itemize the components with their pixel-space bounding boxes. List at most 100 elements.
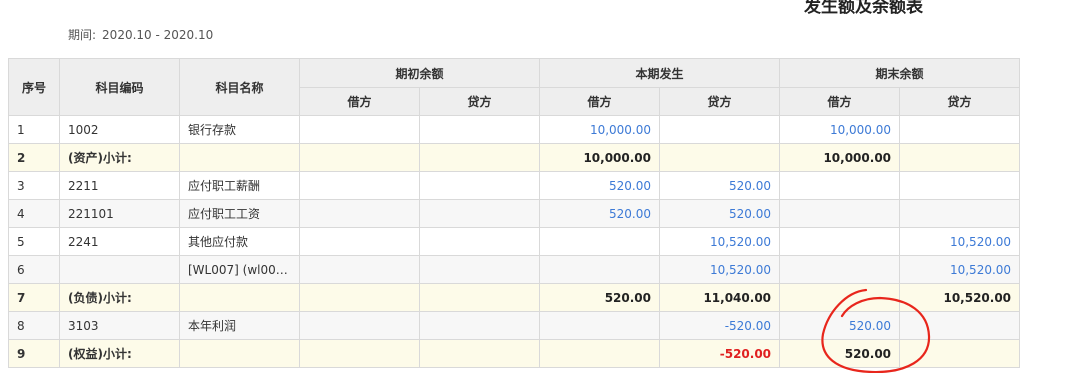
cell-opening-debit (299, 199, 420, 228)
cell-account-code: 1002 (59, 115, 180, 144)
cell-opening-debit (299, 283, 420, 312)
cell-account-name (179, 283, 300, 312)
header-closing-debit: 借方 (779, 87, 901, 116)
cell-closing-debit-link[interactable]: 10,000.00 (779, 115, 901, 144)
cell-current-debit-link[interactable]: 10,000.00 (539, 115, 661, 144)
cell-account-code: 2241 (59, 227, 180, 256)
cell-opening-credit (418, 311, 541, 340)
header-closing-balance: 期末余额 (779, 58, 1021, 88)
cell-seq: 8 (8, 311, 60, 340)
cell-seq: 3 (8, 171, 60, 200)
cell-closing-debit: 520.00 (779, 339, 901, 368)
table-row: 6 [WL007] (wl007... 10,520.00 10,520.00 (8, 255, 1021, 284)
cell-subtotal-label: (资产)小计: (59, 143, 180, 172)
cell-current-debit: 10,000.00 (539, 143, 661, 172)
cell-opening-credit (418, 227, 541, 256)
balance-table: 序号 科目编码 科目名称 期初余额 本期发生 期末余额 借方 贷方 借方 贷方 … (8, 58, 1021, 368)
cell-account-code: 2211 (59, 171, 180, 200)
cell-closing-debit: 10,000.00 (779, 143, 901, 172)
cell-current-debit-link[interactable]: 520.00 (539, 199, 661, 228)
cell-account-code (59, 255, 180, 284)
cell-account-name: 其他应付款 (179, 227, 300, 256)
cell-closing-credit (899, 311, 1021, 340)
cell-account-code: 3103 (59, 311, 180, 340)
cell-opening-credit (418, 115, 541, 144)
cell-opening-debit (299, 255, 420, 284)
cell-current-credit-link[interactable]: 520.00 (659, 199, 781, 228)
cell-closing-credit-link[interactable]: 10,520.00 (899, 255, 1021, 284)
cell-seq: 2 (8, 143, 60, 172)
cell-closing-credit: 10,520.00 (899, 283, 1021, 312)
table-row: 3 2211 应付职工薪酬 520.00 520.00 (8, 171, 1021, 200)
cell-current-debit-link[interactable]: 520.00 (539, 171, 661, 200)
header-account-name: 科目名称 (179, 58, 300, 116)
cell-seq: 1 (8, 115, 60, 144)
cell-opening-credit (418, 339, 541, 368)
cell-account-name: 银行存款 (179, 115, 300, 144)
cell-closing-debit (779, 199, 901, 228)
header-closing-credit: 贷方 (899, 87, 1021, 116)
cell-account-name: 应付职工薪酬 (179, 171, 300, 200)
cell-current-credit-negative: -520.00 (659, 339, 781, 368)
cell-account-name: 本年利润 (179, 311, 300, 340)
cell-closing-debit (779, 283, 901, 312)
cell-account-name (179, 339, 300, 368)
cell-closing-credit-link[interactable]: 10,520.00 (899, 227, 1021, 256)
cell-seq: 4 (8, 199, 60, 228)
cell-closing-debit (779, 255, 901, 284)
table-row: 1 1002 银行存款 10,000.00 10,000.00 (8, 115, 1021, 144)
period-info: 期间: 2020.10 - 2020.10 (68, 26, 213, 43)
cell-closing-credit (899, 143, 1021, 172)
cell-current-credit-link[interactable]: 10,520.00 (659, 255, 781, 284)
cell-closing-credit (899, 171, 1021, 200)
header-opening-balance: 期初余额 (298, 58, 541, 88)
cell-closing-credit (899, 199, 1021, 228)
subtotal-row: 2 (资产)小计: 10,000.00 10,000.00 (8, 143, 1021, 172)
cell-closing-debit (779, 171, 901, 200)
subtotal-row: 9 (权益)小计: -520.00 520.00 (8, 339, 1021, 368)
cell-opening-credit (418, 283, 541, 312)
cell-current-credit-link[interactable]: 10,520.00 (659, 227, 781, 256)
header-current-credit: 贷方 (659, 87, 781, 116)
table-header: 序号 科目编码 科目名称 期初余额 本期发生 期末余额 借方 贷方 借方 贷方 … (8, 58, 1021, 116)
cell-opening-debit (299, 339, 420, 368)
period-value: 2020.10 - 2020.10 (102, 28, 214, 42)
cell-opening-credit (418, 255, 541, 284)
cell-opening-debit (299, 227, 420, 256)
header-account-code: 科目编码 (59, 58, 180, 116)
cell-account-name (179, 143, 300, 172)
cell-opening-credit (418, 199, 541, 228)
cell-current-credit-link[interactable]: 520.00 (659, 171, 781, 200)
cell-seq: 9 (8, 339, 60, 368)
cell-closing-debit (779, 227, 901, 256)
cell-subtotal-label: (负债)小计: (59, 283, 180, 312)
subtotal-row: 7 (负债)小计: 520.00 11,040.00 10,520.00 (8, 283, 1021, 312)
cell-current-credit: 11,040.00 (659, 283, 781, 312)
cell-current-credit-link[interactable]: -520.00 (659, 311, 781, 340)
cell-current-debit (539, 255, 661, 284)
cell-closing-debit-link[interactable]: 520.00 (779, 311, 901, 340)
cell-current-credit (659, 115, 781, 144)
header-current-debit: 借方 (539, 87, 661, 116)
cell-seq: 5 (8, 227, 60, 256)
header-current-period: 本期发生 (539, 58, 781, 88)
cell-opening-credit (418, 171, 541, 200)
cell-current-debit: 520.00 (539, 283, 661, 312)
table-row: 5 2241 其他应付款 10,520.00 10,520.00 (8, 227, 1021, 256)
header-opening-debit: 借方 (299, 87, 420, 116)
cell-opening-debit (299, 143, 420, 172)
period-label: 期间: (68, 28, 97, 42)
table-row: 4 221101 应付职工工资 520.00 520.00 (8, 199, 1021, 228)
cell-closing-credit (899, 115, 1021, 144)
cell-account-name: 应付职工工资 (179, 199, 300, 228)
cell-account-name: [WL007] (wl007... (179, 255, 300, 284)
header-seq: 序号 (8, 58, 60, 116)
cell-closing-credit (899, 339, 1021, 368)
header-opening-credit: 贷方 (418, 87, 541, 116)
table-row: 8 3103 本年利润 -520.00 520.00 (8, 311, 1021, 340)
cell-current-debit (539, 311, 661, 340)
cell-opening-debit (299, 115, 420, 144)
cell-account-code: 221101 (59, 199, 180, 228)
cell-seq: 6 (8, 255, 60, 284)
cell-opening-debit (299, 311, 420, 340)
